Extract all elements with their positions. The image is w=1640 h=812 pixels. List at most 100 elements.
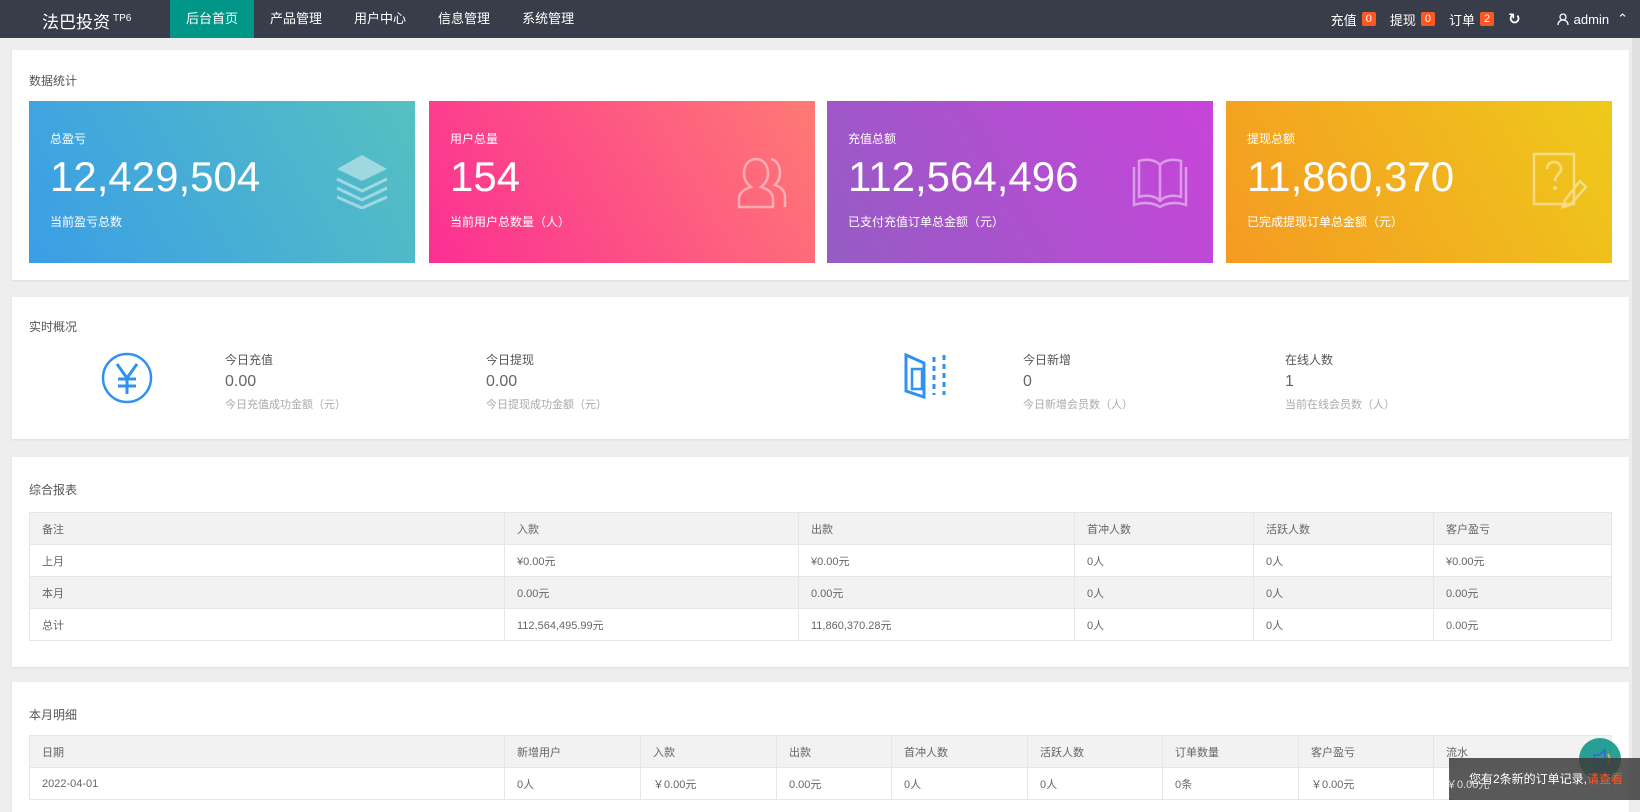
door-icon (904, 353, 946, 399)
column-header: 入款 (640, 735, 777, 768)
cell: 0人 (1253, 576, 1434, 609)
order-label: 订单 (1448, 12, 1475, 28)
card-desc: 已完成提现订单总金额（元） (1247, 215, 1404, 229)
card-label: 用户总量 (450, 132, 499, 146)
recharge-notice[interactable]: 充值 0 (1331, 10, 1376, 29)
card-label: 充值总额 (848, 132, 897, 146)
withdraw-notice[interactable]: 提现 0 (1390, 10, 1435, 29)
username: admin (1573, 11, 1610, 27)
value: 0.00 (225, 373, 257, 390)
withdraw-badge: 0 (1420, 12, 1435, 26)
column-header: 入款 (504, 512, 799, 545)
cell: 上月 (29, 544, 505, 577)
cell: 总计 (29, 608, 505, 641)
brand-logo[interactable]: 法巴投资 TP6 (42, 8, 131, 33)
cell: 0.00元 (776, 767, 892, 800)
cell: 0.00元 (798, 576, 1075, 609)
realtime-title: 实时概况 (29, 320, 78, 334)
monthly-panel: 本月明细 日期 新增用户 入款 出款 首冲人数 活跃人数 订单数量 客户盈亏 流水 2022-0… (12, 682, 1629, 812)
order-badge: 2 (1479, 12, 1495, 26)
stat-card-users: 用户总量 154 当前用户总数量（人） (429, 101, 815, 263)
column-header: 订单数量 (1162, 735, 1299, 768)
question-note-icon (1532, 152, 1588, 209)
user-menu[interactable]: admin ⌃ (1557, 11, 1628, 27)
card-value: 12,429,504 (50, 153, 261, 200)
cell: 0人 (1253, 608, 1434, 641)
realtime-today-withdraw: 今日提现 0.00 今日提现成功金额（元） (486, 351, 607, 412)
cell: ¥0.00元 (1433, 544, 1612, 577)
order-notice[interactable]: 订单 2 (1448, 10, 1495, 29)
user-icon (1557, 13, 1569, 25)
chevron-up-icon: ⌃ (1617, 11, 1628, 26)
column-header: 首冲人数 (1074, 512, 1254, 545)
monthly-table: 日期 新增用户 入款 出款 首冲人数 活跃人数 订单数量 客户盈亏 流水 2022-04-01 0… (29, 735, 1612, 800)
refresh-icon[interactable]: ↻ (1508, 10, 1521, 28)
realtime-today-recharge: 今日充值 0.00 今日充值成功金额（元） (225, 351, 346, 412)
cell: 本月 (29, 576, 505, 609)
table-row: 上月 ¥0.00元 ¥0.00元 0人 0人 ¥0.00元 (29, 544, 1612, 577)
cell: 0人 (1074, 544, 1254, 577)
card-desc: 当前盈亏总数 (50, 215, 123, 229)
realtime-today-new-users: 今日新增 0 今日新增会员数（人） (1023, 351, 1133, 412)
yen-icon (101, 352, 153, 404)
top-navbar: 法巴投资 TP6 后台首页 产品管理 用户中心 信息管理 系统管理 充值 0 提现 0… (0, 0, 1640, 38)
card-value: 112,564,496 (848, 153, 1079, 200)
value: 0 (1023, 373, 1032, 390)
label: 今日提现 (486, 353, 535, 367)
cell: 0人 (1253, 544, 1434, 577)
nav-products[interactable]: 产品管理 (254, 0, 338, 38)
card-desc: 已支付充值订单总金额（元） (848, 215, 1005, 229)
cell: 0人 (1027, 767, 1163, 800)
desc: 当前在线会员数（人） (1285, 399, 1395, 411)
brand-version: TP6 (113, 13, 132, 25)
table-row: 总计 112,564,495.99元 11,860,370.28元 0人 0人 0.00元 (29, 608, 1612, 641)
column-header: 客户盈亏 (1298, 735, 1434, 768)
realtime-panel: 实时概况 今日充值 0.00 今日充值成功金额（元） 今日提现 0.00 今日提现成功金… (12, 297, 1629, 439)
card-label: 总盈亏 (50, 132, 87, 146)
stat-card-recharge: 充值总额 112,564,496 已支付充值订单总金额（元） (827, 101, 1213, 263)
card-value: 154 (450, 153, 521, 200)
nav-info[interactable]: 信息管理 (422, 0, 506, 38)
cell: ￥0.00元 (1298, 767, 1434, 800)
table-row: 本月 0.00元 0.00元 0人 0人 0.00元 (29, 576, 1612, 609)
cell: ¥0.00元 (798, 544, 1075, 577)
column-header: 日期 (29, 735, 505, 768)
column-header: 备注 (29, 512, 505, 545)
desc: 今日提现成功金额（元） (486, 399, 607, 411)
column-header: 活跃人数 (1027, 735, 1163, 768)
table-header: 备注 入款 出款 首冲人数 活跃人数 客户盈亏 (29, 512, 1612, 545)
page-scrollbar[interactable] (1632, 38, 1640, 800)
table-header: 日期 新增用户 入款 出款 首冲人数 活跃人数 订单数量 客户盈亏 流水 (29, 735, 1612, 768)
stat-card-withdraw: 提现总额 11,860,370 已完成提现订单总金额（元） (1226, 101, 1612, 263)
withdraw-label: 提现 (1389, 12, 1416, 28)
cell: 0.00元 (504, 576, 799, 609)
desc: 今日充值成功金额（元） (225, 399, 346, 411)
toast-view-link[interactable]: 请查看 (1587, 772, 1623, 786)
column-header: 出款 (776, 735, 892, 768)
label: 今日充值 (225, 353, 274, 367)
report-panel: 综合报表 备注 入款 出款 首冲人数 活跃人数 客户盈亏 上月 ¥0.00元 ¥0.00元 0人… (12, 457, 1629, 667)
realtime-online-users: 在线人数 1 当前在线会员数（人） (1285, 351, 1395, 412)
nav-system[interactable]: 系统管理 (506, 0, 590, 38)
cell: ¥0.00元 (504, 544, 799, 577)
stats-title: 数据统计 (29, 74, 78, 88)
card-desc: 当前用户总数量（人） (450, 215, 571, 229)
value: 1 (1285, 373, 1294, 390)
stat-card-profit: 总盈亏 12,429,504 当前盈亏总数 (29, 101, 415, 263)
card-label: 提现总额 (1247, 132, 1296, 146)
layers-icon (336, 155, 388, 209)
book-icon (1132, 158, 1188, 209)
recharge-label: 充值 (1330, 12, 1357, 28)
nav-users[interactable]: 用户中心 (338, 0, 422, 38)
report-title: 综合报表 (29, 483, 78, 497)
recharge-badge: 0 (1361, 12, 1376, 26)
cell: 0.00元 (1433, 576, 1612, 609)
nav-home[interactable]: 后台首页 (170, 0, 255, 38)
label: 在线人数 (1285, 353, 1334, 367)
report-table: 备注 入款 出款 首冲人数 活跃人数 客户盈亏 上月 ¥0.00元 ¥0.00元 0人 0人 ¥0.… (29, 512, 1612, 641)
cell: 2022-04-01 (29, 767, 505, 800)
users-icon (737, 157, 787, 209)
value: 0.00 (486, 373, 518, 390)
cell: 0人 (1074, 576, 1254, 609)
cell: 112,564,495.99元 (504, 608, 799, 641)
